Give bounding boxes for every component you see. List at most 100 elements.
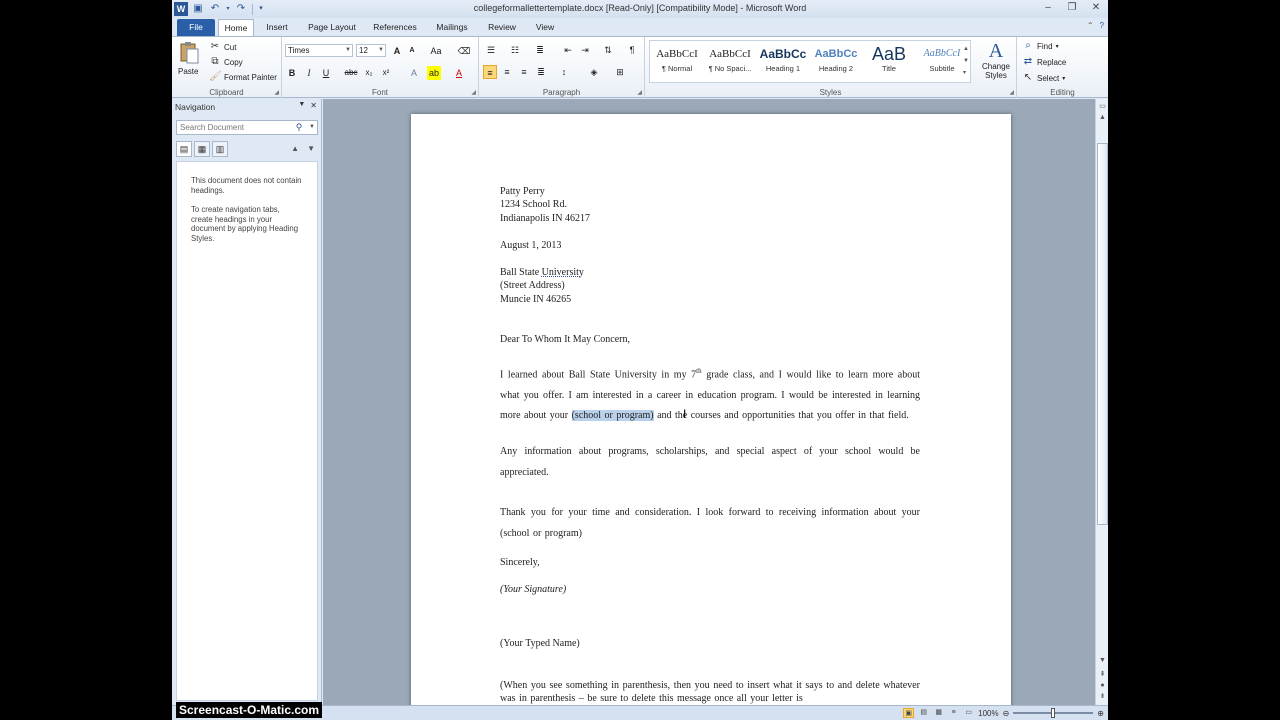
previous-heading-icon[interactable]: ▲: [291, 144, 299, 153]
results-tab-icon[interactable]: ▥: [212, 141, 228, 157]
shading-icon[interactable]: ◈: [587, 65, 601, 79]
font-size-combo[interactable]: 12 ▼: [356, 44, 386, 57]
clipboard-group: Paste ✂ Cut ⧉ Copy 🖌 Format Painter Clipboa…: [172, 37, 282, 98]
gallery-scroll-icons[interactable]: ▲ ▼ ▾: [963, 43, 969, 79]
select-browse-object-icon[interactable]: ●: [1097, 680, 1108, 691]
shrink-font-button[interactable]: A: [405, 44, 419, 58]
zoom-level[interactable]: 100%: [978, 709, 998, 718]
cut-label: Cut: [224, 42, 237, 52]
restore-icon[interactable]: ❐: [1064, 1, 1080, 15]
style-sample: AaBbCc: [814, 48, 858, 60]
style-name: ¶ No Spaci...: [708, 64, 752, 73]
numbering-icon[interactable]: ☷: [508, 43, 522, 57]
decrease-indent-icon[interactable]: ⇤: [561, 43, 575, 57]
close-icon[interactable]: ✕: [1088, 1, 1104, 15]
tab-file[interactable]: File: [177, 19, 215, 37]
paragraph-group: ☰ ☷ ≣ ⇤ ⇥ ⇅ ¶ ≡ ≡ ≡ ≣ ↕ ◈ ⊞ Paragraph ◢: [479, 37, 645, 98]
close-pane-icon[interactable]: ✕: [310, 101, 317, 110]
next-heading-icon[interactable]: ▼: [307, 144, 315, 153]
line-spacing-icon[interactable]: ↕: [557, 65, 571, 79]
grow-font-button[interactable]: A: [390, 44, 404, 58]
cut-button[interactable]: ✂ Cut: [209, 41, 237, 53]
minimize-icon[interactable]: –: [1040, 1, 1056, 15]
justify-icon[interactable]: ≣: [534, 65, 548, 79]
format-painter-button[interactable]: 🖌 Format Painter: [209, 71, 277, 83]
pages-tab-icon[interactable]: ▦: [194, 141, 210, 157]
align-right-icon[interactable]: ≡: [517, 65, 531, 79]
navigation-pane: Navigation ▼ ✕ Search Document ⚲ ▼ ▤ ▦ ▥…: [172, 99, 322, 720]
selected-text[interactable]: (school or program): [571, 410, 654, 422]
paste-icon[interactable]: [178, 41, 200, 65]
style-heading-2[interactable]: AaBbCc Heading 2: [810, 44, 862, 80]
scroll-up-icon[interactable]: ▲: [1097, 112, 1108, 123]
document-canvas: Patty Perry 1234 School Rd. Indianapolis…: [323, 99, 1095, 705]
find-button[interactable]: ⌕ Find ▾: [1022, 40, 1058, 52]
pane-options-icon[interactable]: ▼: [298, 101, 305, 110]
sort-icon[interactable]: ⇅: [601, 43, 615, 57]
tab-home[interactable]: Home: [218, 19, 254, 37]
superscript-button[interactable]: x²: [379, 66, 393, 80]
select-button[interactable]: ↖ Select ▾: [1022, 72, 1065, 84]
strikethrough-button[interactable]: abc: [342, 66, 360, 80]
font-color-icon[interactable]: A: [452, 66, 466, 80]
next-page-icon[interactable]: ⇟: [1097, 691, 1108, 702]
tab-insert[interactable]: Insert: [260, 19, 294, 37]
highlight-icon[interactable]: ab: [427, 66, 441, 80]
draft-icon[interactable]: ▭: [963, 708, 974, 718]
search-icon[interactable]: ⚲: [293, 121, 305, 133]
font-name-combo[interactable]: Times ▼: [285, 44, 353, 57]
help-icon[interactable]: ?: [1100, 21, 1104, 30]
minimize-ribbon-icon[interactable]: ⌃: [1087, 21, 1094, 30]
scrollbar-thumb[interactable]: [1097, 143, 1108, 525]
outline-icon[interactable]: ≡: [948, 708, 959, 718]
increase-indent-icon[interactable]: ⇥: [578, 43, 592, 57]
vertical-scrollbar[interactable]: ▭ ▲ ▼ ⇞ ● ⇟: [1095, 99, 1108, 705]
previous-page-icon[interactable]: ⇞: [1097, 669, 1108, 680]
replace-button[interactable]: ⇄ Replace: [1022, 56, 1067, 68]
change-styles-button[interactable]: A Change Styles: [979, 40, 1013, 80]
bullets-icon[interactable]: ☰: [484, 43, 498, 57]
zoom-out-icon[interactable]: ⊖: [1003, 709, 1010, 718]
tab-view[interactable]: View: [529, 19, 561, 37]
dialog-launcher-icon[interactable]: ◢: [471, 89, 476, 96]
underline-button[interactable]: U: [319, 66, 333, 80]
zoom-slider[interactable]: [1013, 708, 1094, 718]
text-effects-icon[interactable]: A: [407, 66, 421, 80]
tab-page-layout[interactable]: Page Layout: [302, 19, 362, 37]
subscript-button[interactable]: x₂: [362, 66, 376, 80]
style-no-spacing[interactable]: AaBbCcI ¶ No Spaci...: [704, 44, 756, 80]
headings-tab-icon[interactable]: ▤: [176, 141, 192, 157]
style-sample: AaBbCc: [759, 47, 807, 61]
document-page[interactable]: Patty Perry 1234 School Rd. Indianapolis…: [411, 114, 1011, 705]
chevron-down-icon[interactable]: ▼: [309, 121, 315, 134]
paste-button[interactable]: Paste: [178, 67, 198, 76]
dialog-launcher-icon[interactable]: ◢: [637, 89, 642, 96]
ruler-toggle-icon[interactable]: ▭: [1097, 101, 1108, 112]
style-subtitle[interactable]: AaBbCcI Subtitle: [916, 44, 968, 80]
borders-icon[interactable]: ⊞: [613, 65, 627, 79]
tab-mailings[interactable]: Mailings: [430, 19, 474, 37]
search-document-input[interactable]: Search Document ⚲ ▼: [176, 120, 318, 135]
style-title[interactable]: AaB Title: [863, 44, 915, 80]
bold-button[interactable]: B: [285, 66, 299, 80]
zoom-slider-thumb[interactable]: [1051, 708, 1056, 718]
scroll-down-icon[interactable]: ▼: [1097, 655, 1108, 666]
web-layout-icon[interactable]: ▦: [933, 708, 944, 718]
zoom-in-icon[interactable]: ⊕: [1097, 709, 1104, 718]
dialog-launcher-icon[interactable]: ◢: [274, 89, 279, 96]
full-screen-reading-icon[interactable]: ▤: [918, 708, 929, 718]
style-heading-1[interactable]: AaBbCc Heading 1: [757, 44, 809, 80]
change-case-button[interactable]: Aa: [427, 44, 445, 58]
multilevel-list-icon[interactable]: ≣: [533, 43, 547, 57]
align-left-icon[interactable]: ≡: [483, 65, 497, 79]
show-hide-icon[interactable]: ¶: [625, 43, 639, 57]
tab-review[interactable]: Review: [481, 19, 523, 37]
align-center-icon[interactable]: ≡: [500, 65, 514, 79]
tab-references[interactable]: References: [368, 19, 422, 37]
style-normal[interactable]: AaBbCcI ¶ Normal: [651, 44, 703, 80]
dialog-launcher-icon[interactable]: ◢: [1009, 89, 1014, 96]
print-layout-icon[interactable]: ▣: [903, 708, 915, 718]
italic-button[interactable]: I: [302, 66, 316, 80]
clear-formatting-icon[interactable]: ⌫: [457, 44, 471, 58]
copy-button[interactable]: ⧉ Copy: [209, 56, 242, 68]
